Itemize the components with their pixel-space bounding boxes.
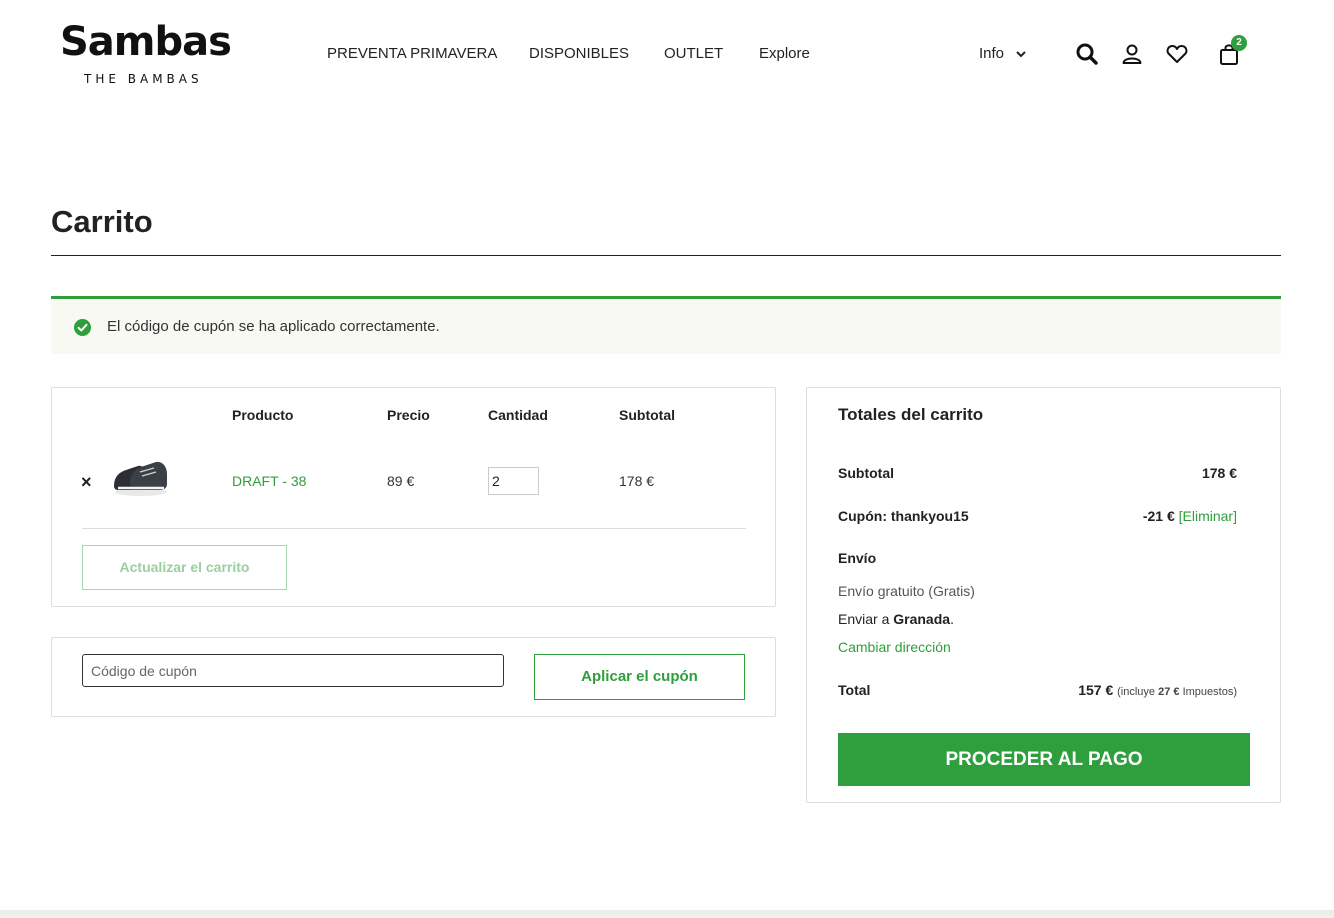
cart-table: Producto Precio Cantidad Subtotal × DRAF… [51, 387, 776, 607]
logo-wordmark: Sambas [60, 19, 232, 65]
remove-coupon-link[interactable]: [Eliminar] [1179, 508, 1237, 524]
check-circle-icon [74, 319, 91, 336]
search-icon[interactable] [1075, 42, 1099, 66]
cart-totals: Totales del carrito Subtotal 178 € Cupón… [806, 387, 1281, 803]
info-label: Info [979, 45, 1005, 62]
header-quantity: Cantidad [488, 407, 548, 423]
logo-tagline: THE BAMBAS [84, 72, 203, 86]
totals-title: Totales del carrito [838, 405, 984, 424]
chevron-down-icon [1016, 45, 1026, 62]
notice-message: El código de cupón se ha aplicado correc… [107, 318, 440, 335]
total-label: Total [838, 682, 871, 698]
shipping-label: Envío [838, 550, 877, 566]
coupon-discount: -21 € [Eliminar] [1143, 508, 1237, 524]
update-cart-button[interactable]: Actualizar el carrito [82, 545, 287, 590]
tax-note: (incluye 27 € Impuestos) [1117, 686, 1237, 698]
coupon-label: Cupón: thankyou15 [838, 508, 969, 524]
footer-edge [0, 910, 1334, 918]
header-subtotal: Subtotal [619, 407, 675, 423]
success-notice: El código de cupón se ha aplicado correc… [51, 296, 1281, 354]
coupon-section: Aplicar el cupón [51, 637, 776, 717]
product-link[interactable]: DRAFT - 38 [232, 473, 306, 489]
cart-count-badge: 2 [1231, 35, 1247, 51]
subtotal-label: Subtotal [838, 465, 894, 481]
nav-item-outlet[interactable]: OUTLET [664, 45, 723, 62]
subtotal-value: 178 € [1201, 465, 1237, 481]
change-address-link[interactable]: Cambiar dirección [838, 639, 951, 655]
apply-coupon-button[interactable]: Aplicar el cupón [534, 654, 745, 700]
shipping-method: Envío gratuito (Gratis) [838, 583, 975, 599]
coupon-input[interactable] [82, 654, 504, 687]
ship-to-city: Granada [893, 611, 951, 627]
title-divider [51, 255, 1281, 256]
tax-value: 27 € [1158, 686, 1180, 698]
row-subtotal: 178 € [619, 473, 655, 489]
header-price: Precio [387, 407, 430, 423]
coupon-discount-value: -21 € [1142, 508, 1175, 524]
remove-item-button[interactable]: × [81, 472, 92, 493]
site-logo[interactable]: Sambas THE BAMBAS [60, 18, 232, 90]
checkout-button[interactable]: PROCEDER AL PAGO [838, 733, 1250, 786]
product-thumbnail[interactable] [110, 446, 172, 508]
site-header: Sambas THE BAMBAS PREVENTA PRIMAVERA DIS… [0, 0, 1334, 110]
quantity-input[interactable] [488, 467, 539, 495]
row-divider [82, 528, 746, 529]
user-icon[interactable] [1120, 42, 1144, 66]
ship-to-prefix: Enviar a [838, 611, 894, 627]
total-value: 157 € [1078, 682, 1114, 698]
heart-icon[interactable] [1165, 42, 1189, 66]
tax-prefix: (incluye [1117, 686, 1159, 698]
shipping-destination: Enviar a Granada. [838, 611, 954, 627]
nav-item-preventa[interactable]: PREVENTA PRIMAVERA [327, 45, 497, 62]
product-price: 89 € [387, 473, 415, 489]
info-dropdown[interactable]: Info [979, 45, 1026, 62]
nav-item-disponibles[interactable]: DISPONIBLES [529, 45, 629, 62]
nav-item-explore[interactable]: Explore [759, 45, 810, 62]
ship-to-suffix: . [950, 611, 954, 627]
page-title: Carrito [51, 204, 153, 239]
total-amount: 157 € (incluye 27 € Impuestos) [1078, 682, 1237, 698]
header-product: Producto [232, 407, 294, 423]
tax-suffix: Impuestos) [1179, 686, 1237, 698]
